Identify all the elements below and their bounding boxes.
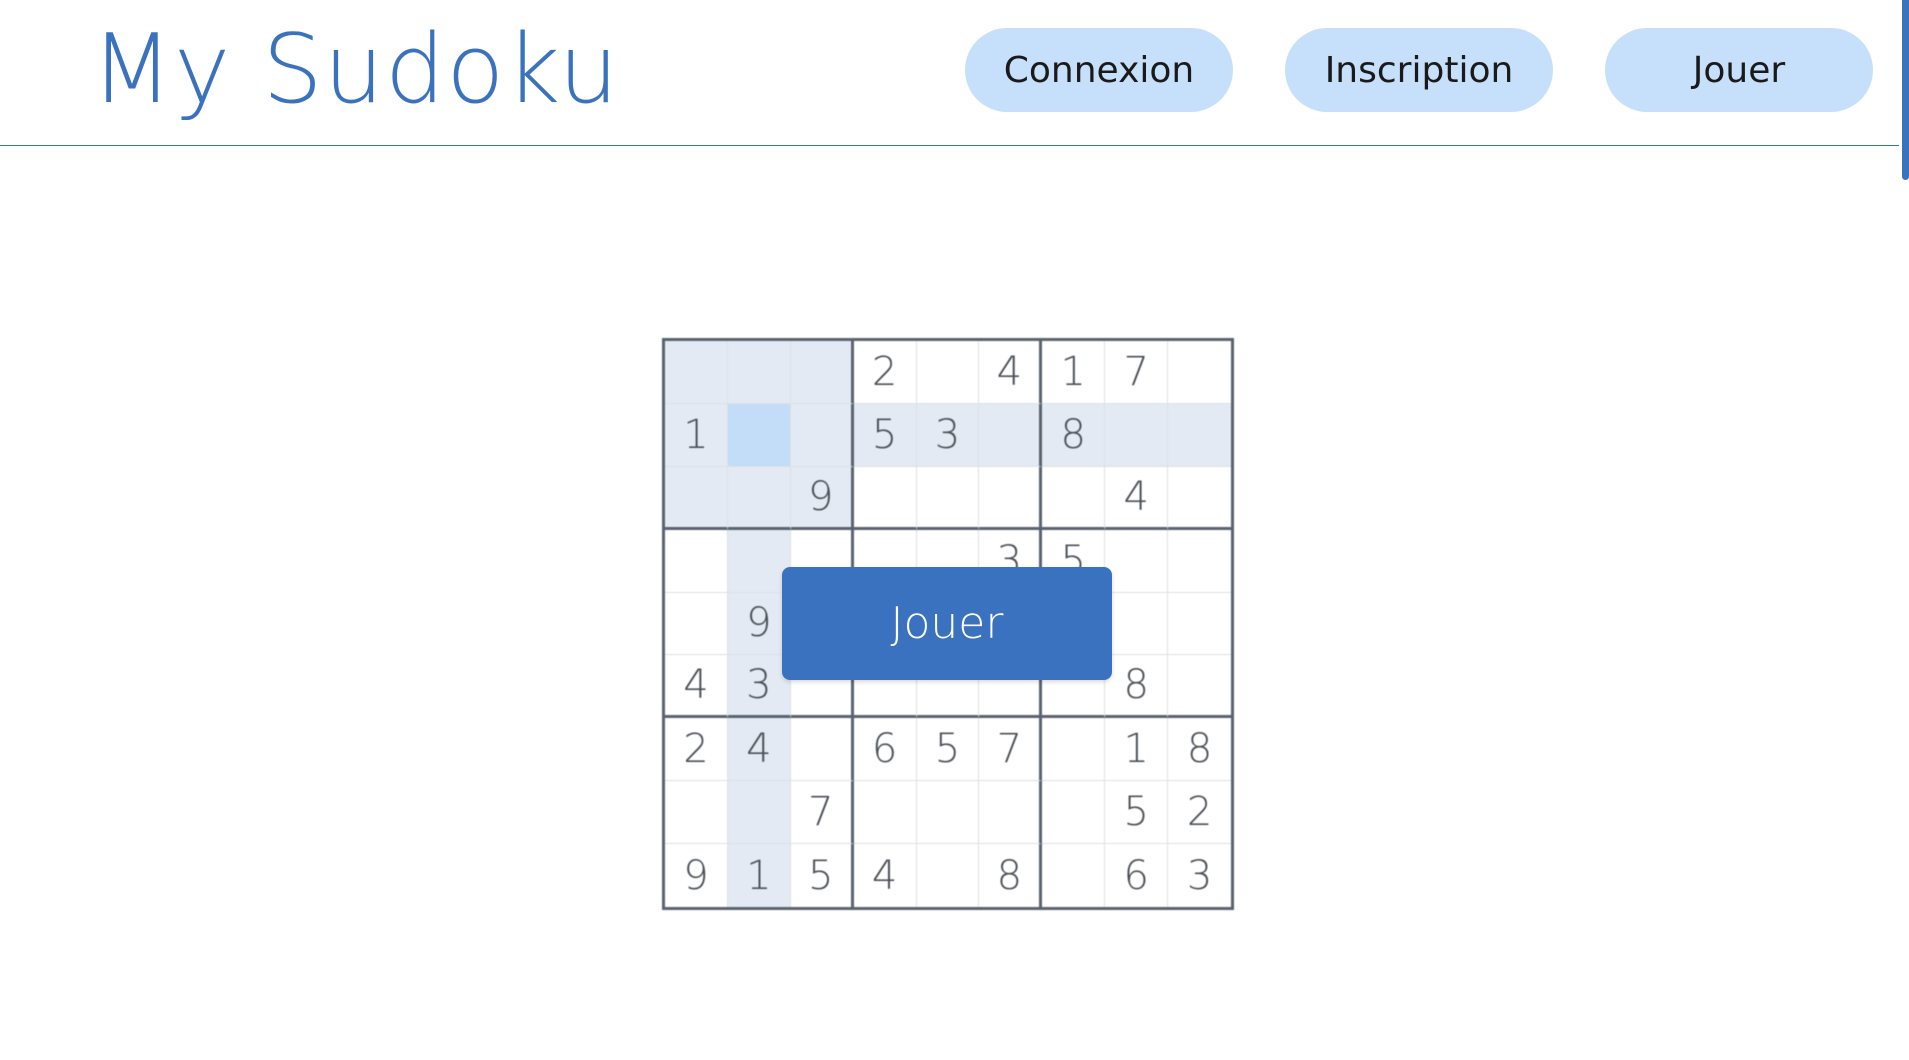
sudoku-cell bbox=[916, 781, 980, 845]
sudoku-cell bbox=[665, 781, 728, 845]
sudoku-cell: 5 bbox=[916, 718, 980, 782]
sudoku-cell bbox=[853, 466, 917, 530]
sudoku-cell bbox=[1042, 781, 1106, 845]
sudoku-cell bbox=[1168, 592, 1231, 656]
sudoku-cell: 6 bbox=[1105, 844, 1169, 907]
sudoku-cell: 4 bbox=[665, 655, 728, 719]
sudoku-cell bbox=[665, 341, 728, 404]
site-logo[interactable]: My Sudoku bbox=[91, 10, 620, 130]
sudoku-cell bbox=[979, 403, 1043, 467]
sudoku-cell: 4 bbox=[1105, 466, 1169, 530]
sudoku-cell bbox=[1168, 529, 1231, 593]
sudoku-cell: 9 bbox=[665, 844, 728, 907]
sudoku-cell: 3 bbox=[916, 403, 980, 467]
site-header: My Sudoku Connexion Inscription Jouer bbox=[0, 0, 1899, 146]
inscription-button[interactable]: Inscription bbox=[1285, 28, 1553, 112]
sudoku-cell bbox=[1105, 529, 1169, 593]
sudoku-cell: 3 bbox=[1168, 844, 1231, 907]
sudoku-cell bbox=[727, 781, 791, 845]
sudoku-cell: 7 bbox=[790, 781, 854, 845]
sudoku-cell bbox=[1042, 466, 1106, 530]
sudoku-cell bbox=[1042, 718, 1106, 782]
sudoku-cell bbox=[916, 844, 980, 907]
sudoku-cell: 1 bbox=[1105, 718, 1169, 782]
sudoku-cell bbox=[916, 341, 980, 404]
sudoku-cell: 2 bbox=[665, 718, 728, 782]
sudoku-cell bbox=[979, 781, 1043, 845]
sudoku-cell: 8 bbox=[1105, 655, 1169, 719]
sudoku-cell bbox=[1168, 403, 1231, 467]
scrollbar-thumb[interactable] bbox=[1902, 0, 1909, 180]
sudoku-cell: 6 bbox=[853, 718, 917, 782]
sudoku-cell bbox=[853, 781, 917, 845]
sudoku-cell bbox=[916, 466, 980, 530]
sudoku-cell bbox=[665, 529, 728, 593]
sudoku-cell: 9 bbox=[790, 466, 854, 530]
sudoku-cell: 8 bbox=[1168, 718, 1231, 782]
sudoku-cell: 7 bbox=[1105, 341, 1169, 404]
sudoku-cell bbox=[1042, 844, 1106, 907]
sudoku-cell bbox=[727, 466, 791, 530]
sudoku-cell bbox=[790, 341, 854, 404]
sudoku-cell bbox=[790, 718, 854, 782]
sudoku-cell bbox=[1168, 466, 1231, 530]
sudoku-cell: 5 bbox=[853, 403, 917, 467]
sudoku-cell: 2 bbox=[853, 341, 917, 404]
sudoku-cell: 5 bbox=[790, 844, 854, 907]
sudoku-cell bbox=[665, 592, 728, 656]
sudoku-cell bbox=[1168, 341, 1231, 404]
sudoku-cell: 5 bbox=[1105, 781, 1169, 845]
sudoku-cell: 8 bbox=[979, 844, 1043, 907]
sudoku-cell: 4 bbox=[727, 718, 791, 782]
sudoku-cell bbox=[727, 403, 791, 467]
sudoku-cell bbox=[1105, 403, 1169, 467]
sudoku-cell: 1 bbox=[1042, 341, 1106, 404]
sudoku-cell: 4 bbox=[979, 341, 1043, 404]
sudoku-cell bbox=[727, 341, 791, 404]
sudoku-cell bbox=[1168, 655, 1231, 719]
play-button[interactable]: Jouer bbox=[782, 567, 1112, 680]
sudoku-cell bbox=[790, 403, 854, 467]
sudoku-cell bbox=[665, 466, 728, 530]
sudoku-cell bbox=[1105, 592, 1169, 656]
sudoku-cell: 4 bbox=[853, 844, 917, 907]
sudoku-cell: 1 bbox=[727, 844, 791, 907]
sudoku-cell bbox=[979, 466, 1043, 530]
sudoku-cell: 1 bbox=[665, 403, 728, 467]
jouer-nav-button[interactable]: Jouer bbox=[1605, 28, 1873, 112]
connexion-button[interactable]: Connexion bbox=[965, 28, 1233, 112]
sudoku-cell: 2 bbox=[1168, 781, 1231, 845]
sudoku-cell: 8 bbox=[1042, 403, 1106, 467]
sudoku-cell: 7 bbox=[979, 718, 1043, 782]
